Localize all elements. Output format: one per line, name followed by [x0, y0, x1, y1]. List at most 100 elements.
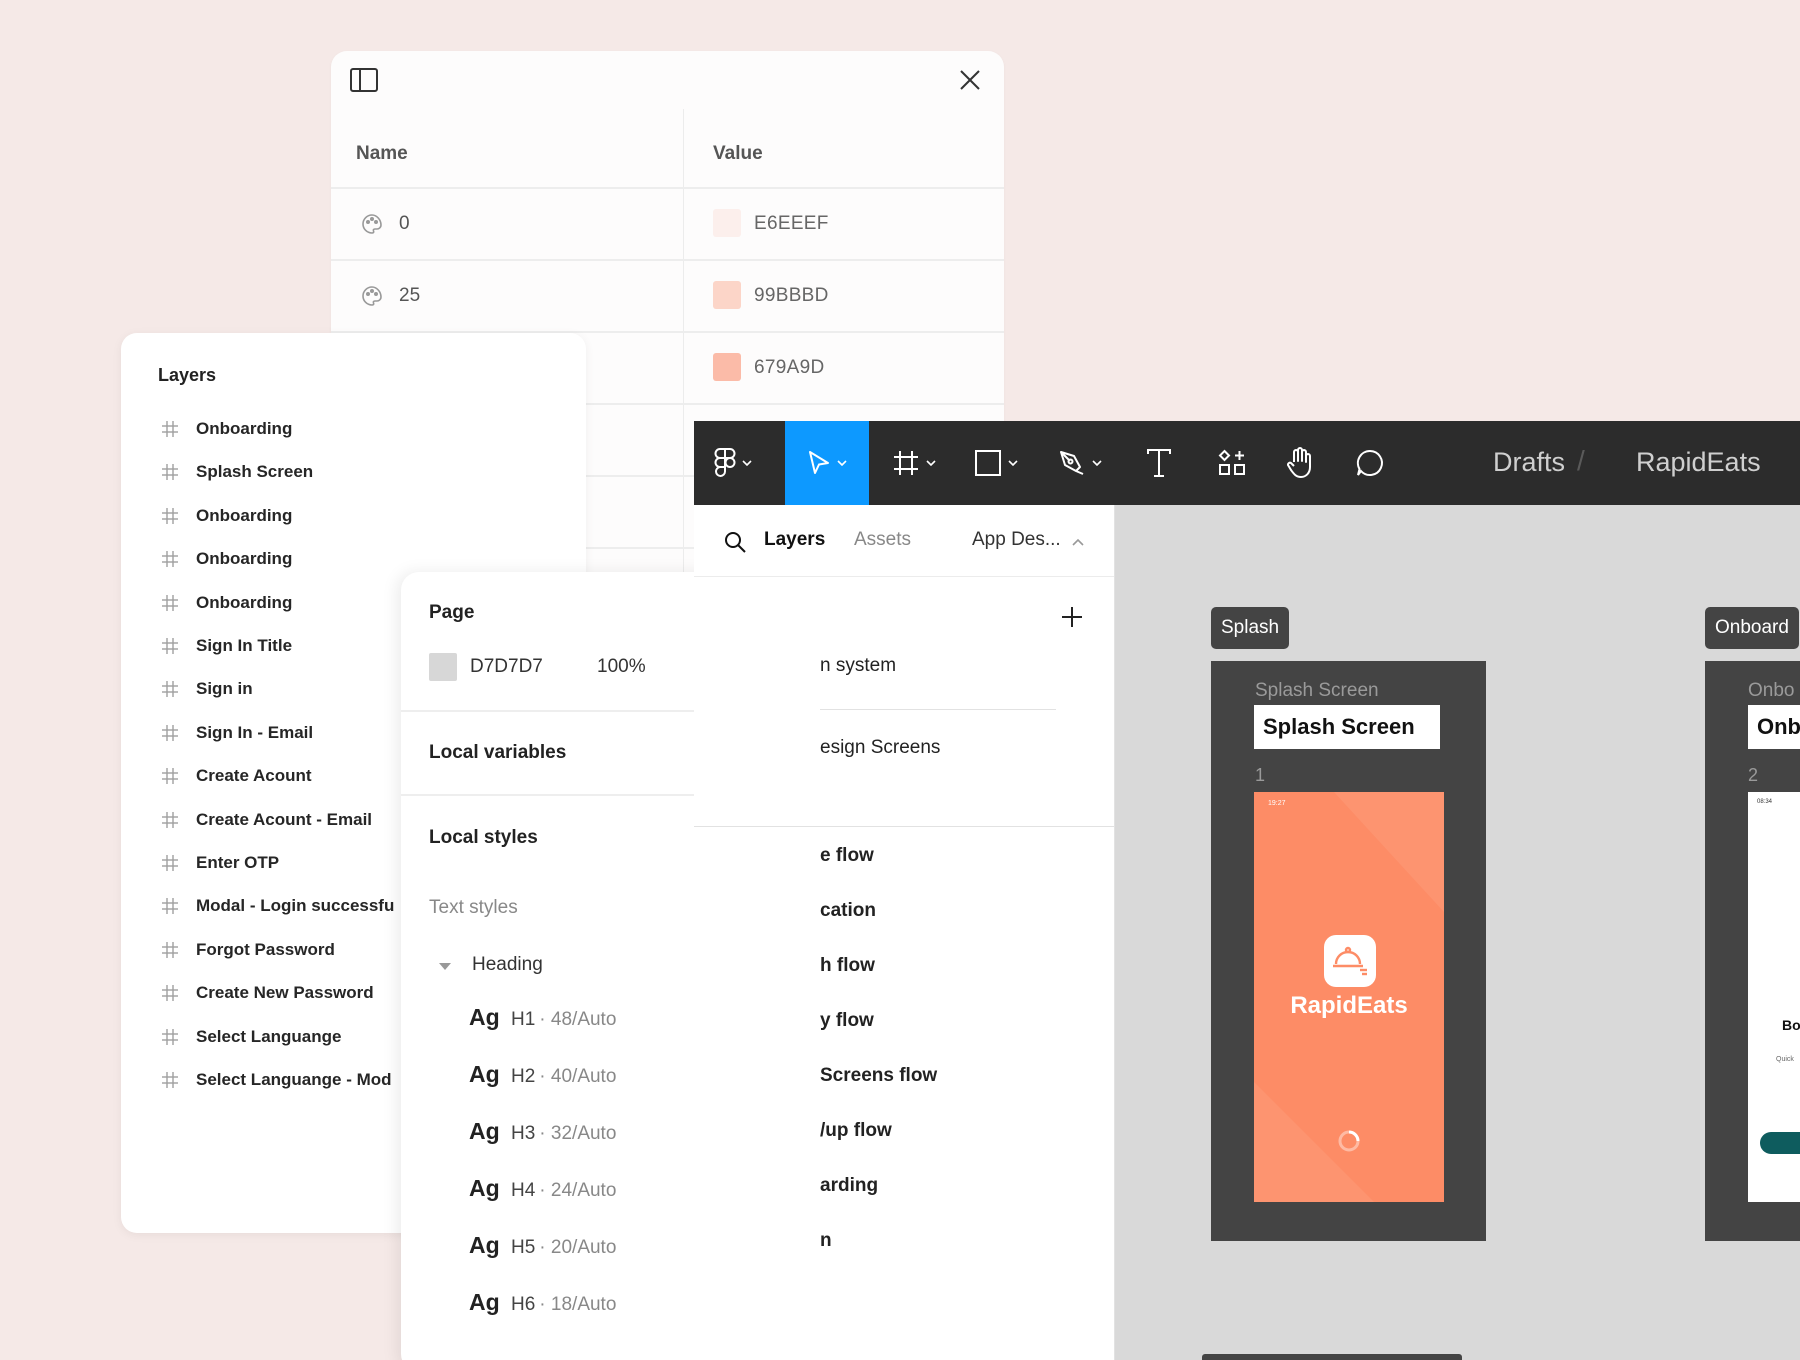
status-bar-time: 08:34	[1757, 799, 1773, 805]
page-list-item[interactable]: arding	[820, 1175, 878, 1197]
layer-label: Enter OTP	[196, 853, 280, 872]
breadcrumb-drafts[interactable]: Drafts	[1493, 447, 1565, 478]
layer-label: Select Languange	[196, 1026, 342, 1046]
palette-icon	[362, 214, 382, 234]
search-icon[interactable]	[724, 531, 746, 553]
text-style-name: H4	[511, 1180, 536, 1201]
layer-item[interactable]: Onboarding	[161, 501, 581, 531]
text-style-item[interactable]: Ag H2 · 40/Auto	[469, 1061, 616, 1091]
text-style-sample: Ag	[469, 1175, 500, 1201]
layer-label: Sign In Title	[196, 636, 293, 655]
canvas[interactable]: Splash Splash Screen Splash Screen 1 19:…	[1115, 505, 1800, 1360]
status-bar-time: 19:27	[1268, 800, 1286, 807]
text-style-meta: · 32/Auto	[539, 1123, 617, 1144]
text-style-item[interactable]: Ag H5 · 20/Auto	[469, 1232, 616, 1262]
add-page-plus-icon[interactable]	[1060, 605, 1084, 629]
section-tag-splash[interactable]: Splash	[1211, 607, 1290, 649]
text-t-icon	[1147, 449, 1171, 477]
variable-row[interactable]: 25 99BBBD	[331, 259, 1004, 331]
section-label: Splash Screen	[1255, 680, 1379, 701]
text-style-item[interactable]: Ag H6 · 18/Auto	[469, 1289, 616, 1319]
text-style-item[interactable]: Ag H1 · 48/Auto	[469, 1004, 616, 1034]
text-style-sample: Ag	[469, 1289, 500, 1315]
layer-label: Modal - Login successfu	[196, 896, 395, 916]
breadcrumb-file-name[interactable]: RapidEats	[1636, 447, 1761, 478]
layer-item[interactable]: Onboarding	[161, 544, 581, 574]
frame-number: 2	[1748, 765, 1759, 785]
chevron-down-icon	[926, 460, 936, 466]
chevron-down-icon	[1092, 460, 1102, 466]
sidebar-toggle-icon[interactable]	[349, 67, 379, 93]
heading-group-label[interactable]: Heading	[472, 954, 543, 976]
text-style-item[interactable]: Ag H4 · 24/Auto	[469, 1175, 616, 1205]
splash-screen-frame[interactable]: 19:27 RapidEats	[1254, 792, 1444, 1202]
text-style-sample: Ag	[469, 1232, 500, 1258]
color-swatch	[713, 353, 741, 381]
comment-tool-button[interactable]	[1348, 421, 1392, 505]
app-name: RapidEats	[1290, 992, 1408, 1019]
onboarding-cta-button[interactable]	[1760, 1132, 1800, 1154]
onboarding-screen-frame[interactable]: 08:34 Bo Quick	[1748, 792, 1800, 1202]
variable-row[interactable]: 0 E6EEEF	[331, 187, 1004, 259]
page-list-item[interactable]: e flow	[820, 845, 874, 867]
frame-tool-button[interactable]	[884, 421, 944, 505]
section-title-box[interactable]: Splash Screen	[1254, 705, 1440, 749]
text-style-meta: · 20/Auto	[539, 1237, 617, 1258]
move-tool-button[interactable]	[785, 421, 869, 505]
pen-tool-button[interactable]	[1050, 421, 1110, 505]
section-onboarding[interactable]: Onbo Onb 2 08:34 Bo Quick	[1705, 661, 1800, 1241]
comment-bubble-icon	[1356, 449, 1383, 476]
caret-down-icon[interactable]	[439, 963, 451, 970]
layer-label: Sign In - Email	[196, 722, 314, 742]
tab-layers[interactable]: Layers	[764, 529, 825, 551]
tab-assets[interactable]: Assets	[854, 529, 911, 551]
text-tool-button[interactable]	[1137, 421, 1181, 505]
name-column-header: Name	[356, 143, 408, 164]
page-list-item[interactable]: y flow	[820, 1010, 874, 1032]
resources-button[interactable]	[1210, 421, 1254, 505]
hand-tool-button[interactable]	[1278, 421, 1322, 505]
layer-item[interactable]: Onboarding	[161, 414, 581, 444]
page-list-item[interactable]: /up flow	[820, 1120, 892, 1142]
variable-value: 99BBBD	[754, 285, 829, 306]
divider	[820, 709, 1056, 710]
section-title-box[interactable]: Onb	[1748, 705, 1800, 749]
page-list-item[interactable]: h flow	[820, 955, 875, 977]
page-opacity-value[interactable]: 100%	[597, 656, 646, 678]
layer-label: Splash Screen	[196, 462, 314, 482]
layer-label: Create Acount	[196, 766, 312, 786]
page-list-item[interactable]: cation	[820, 900, 876, 922]
divider	[694, 826, 1114, 827]
figma-menu-button[interactable]	[694, 421, 772, 505]
frame-number: 1	[1255, 765, 1266, 785]
page-color-value[interactable]: D7D7D7	[470, 656, 543, 678]
onboarding-heading: Bo	[1782, 1017, 1800, 1033]
chevron-down-icon	[742, 460, 752, 466]
local-variables-title[interactable]: Local variables	[429, 742, 566, 764]
frame-hash-icon	[162, 941, 178, 958]
frame-hash-icon	[162, 898, 178, 915]
page-color-swatch[interactable]	[429, 653, 457, 681]
frame-hash-icon	[162, 638, 178, 654]
variables-topbar	[331, 51, 1004, 109]
color-swatch	[713, 209, 741, 237]
frame-hash-icon	[162, 855, 178, 871]
text-style-item[interactable]: Ag H3 · 32/Auto	[469, 1118, 616, 1148]
close-icon[interactable]	[958, 68, 982, 92]
layers-title: Layers	[158, 365, 217, 385]
app-logo	[1324, 935, 1376, 987]
page-selector[interactable]: App Des...	[972, 529, 1061, 551]
layer-item[interactable]: Splash Screen	[161, 457, 581, 487]
page-list-item[interactable]: Screens flow	[820, 1065, 937, 1087]
shape-tool-button[interactable]	[966, 421, 1026, 505]
layer-label: Select Languange - Mod	[196, 1070, 392, 1089]
section-splash[interactable]: Splash Screen Splash Screen 1 19:27 Rapi…	[1211, 661, 1486, 1241]
chevron-down-icon	[1008, 460, 1018, 466]
palette-icon	[362, 286, 382, 306]
page-list-item[interactable]: esign Screens	[820, 737, 940, 759]
page-list-item[interactable]: n	[820, 1230, 832, 1252]
chevron-up-icon[interactable]	[1072, 538, 1084, 546]
variable-name: 25	[399, 285, 421, 306]
page-list-item[interactable]: n system	[820, 655, 896, 677]
section-tag-onboarding[interactable]: Onboard	[1705, 607, 1799, 649]
